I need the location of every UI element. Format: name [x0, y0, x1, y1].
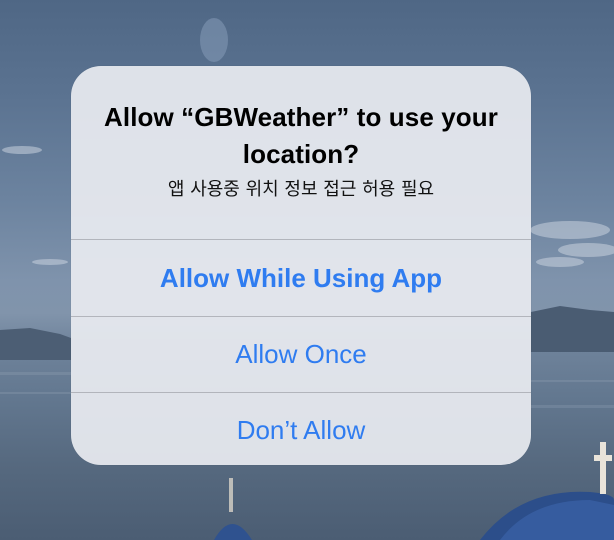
allow-while-using-app-button[interactable]: Allow While Using App	[71, 239, 531, 316]
location-permission-alert: Allow “GBWeather” to use your location? …	[71, 66, 531, 465]
allow-once-button[interactable]: Allow Once	[71, 316, 531, 392]
alert-message: 앱 사용중 위치 정보 접근 허용 필요	[167, 179, 435, 200]
dont-allow-button[interactable]: Don’t Allow	[71, 392, 531, 465]
alert-header: Allow “GBWeather” to use your location? …	[71, 66, 531, 239]
alert-title: Allow “GBWeather” to use your location?	[104, 102, 498, 169]
